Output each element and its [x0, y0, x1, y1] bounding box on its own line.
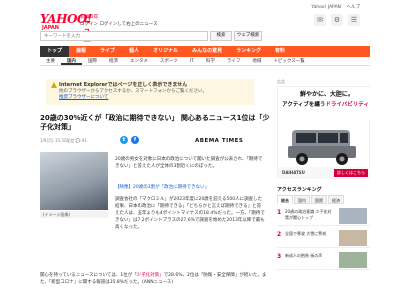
main-nav: トップ 速報 ライブ 個人 オリジナル みんなの意見 ランキング 有料 — [40, 46, 370, 57]
ranking-tab-economy[interactable]: 経済 — [328, 195, 344, 204]
rank-number: 1 — [277, 209, 282, 216]
web-search-button[interactable]: ウェブ検索 — [234, 31, 262, 41]
ad-tagline-pre: アクティブを纏う — [282, 102, 326, 108]
warning-icon — [51, 82, 57, 88]
article-paragraph-2: 調査会社の「マクロミル」が2023年度に20歳を迎える500人に調査した結果、日… — [115, 197, 265, 230]
car-image — [288, 130, 356, 165]
photo-image — [40, 152, 108, 210]
ad-label: 広告 — [277, 79, 285, 84]
comment-icon[interactable]: 💬 — [76, 138, 81, 143]
car-advertisement[interactable]: 鮮やかに、大胆に。 アクティブを纏うドライバビリティ DAIHATSU 詳しくは… — [277, 86, 371, 179]
nav-original[interactable]: オリジナル — [146, 46, 185, 57]
nav-ranking[interactable]: ランキング — [229, 46, 268, 57]
ad-tagline: アクティブを纏うドライバビリティ — [282, 100, 369, 108]
photo-caption: (イメージ画像) — [40, 211, 108, 218]
search-button[interactable]: 検索 — [210, 31, 232, 41]
ad-brand: DAIHATSU — [282, 170, 305, 175]
highlight-link[interactable]: 「少子化対策」 — [132, 273, 164, 278]
facebook-share-icon[interactable]: f — [131, 136, 139, 144]
sub-nav: 主要 国内 国際 経済 エンタメ スポーツ IT 科学 ライフ 地域 トピックス… — [40, 57, 370, 66]
article-photo[interactable] — [40, 152, 108, 210]
ranking-tab-international[interactable]: 国際 — [311, 195, 327, 204]
article-meta: 1/9(月) 15:32配信 💬 91 — [40, 138, 87, 144]
login-note: ログインして右上のニュース — [99, 22, 158, 27]
article-paragraph-1: 20歳の男女を対象に日本の政治について聞いた調査が公表され、「期待できない」と答… — [115, 157, 263, 169]
help-link[interactable]: ヘルプ — [347, 5, 361, 10]
site-header: YAHOO! ニュース JAPAN 新規取得 ログイン ログインして右上のニュー… — [0, 0, 400, 57]
rank-thumbnail — [339, 208, 367, 224]
video-link[interactable]: 【映像】20歳の3割が「政治に期待できない」 — [115, 184, 265, 190]
article-paragraph-3: 関心を持っているニュースについては、1位が「少子化対策」で28.6%、2位は「防… — [40, 272, 270, 286]
login-links: 新規取得 ログイン ログインして右上のニュース — [80, 14, 158, 28]
ad-tagline-em: ドライバビリティ — [325, 102, 369, 108]
header-icons: ✉ ⚙ ☰ — [314, 14, 360, 26]
yahoo-japan-link[interactable]: Yahoo! JAPAN — [311, 5, 341, 10]
rank-thumbnail — [339, 230, 367, 246]
notice-title: Internet Explorerではページを正しく表示できません — [59, 82, 188, 88]
search-bar: 検索 ウェブ検索 — [40, 31, 370, 41]
ranking-tab-all[interactable]: 総合 — [277, 195, 293, 204]
nav-live[interactable]: ライブ — [93, 46, 122, 57]
ranking-item[interactable]: 3 新成人の抱負 街の声 — [277, 250, 370, 270]
subnav-international[interactable]: 国際 — [82, 57, 103, 65]
ranking-tabs: 総合 国内 国際 経済 — [277, 195, 370, 204]
source-logo[interactable]: ABEMA TIMES — [195, 138, 243, 144]
subnav-science[interactable]: 科学 — [200, 57, 221, 65]
subnav-domestic[interactable]: 国内 — [61, 57, 82, 65]
recommended-browser-link[interactable]: 推奨ブラウザーについて — [59, 95, 207, 101]
rank-text: 新成人の抱負 街の声 — [285, 253, 323, 258]
ad-headline: 鮮やかに、大胆に。 — [300, 91, 354, 98]
ad-cta-button[interactable]: 詳しくはこちら — [334, 169, 368, 177]
subnav-entertainment[interactable]: エンタメ — [124, 57, 154, 65]
bell-icon[interactable]: ✉ — [314, 14, 326, 26]
subnav-topics[interactable]: トピックス一覧 — [267, 57, 310, 65]
notice-body: 他のブラウザーからアクセスするか、スマートフォンからご覧ください。 推奨ブラウザ… — [59, 89, 207, 101]
ranking-item[interactable]: 1 20歳の政治意識 少子化対策が関心トップ — [277, 206, 370, 226]
rank-text: 全国で寒波 大雪に警戒 — [285, 231, 327, 236]
ranking-title: アクセスランキング — [277, 187, 322, 193]
header-right-links: Yahoo! JAPAN ヘルプ — [307, 4, 360, 10]
subnav-it[interactable]: IT — [184, 57, 200, 65]
rank-number: 2 — [277, 231, 282, 238]
rank-text: 20歳の政治意識 少子化対策が関心トップ — [285, 209, 332, 220]
login-link[interactable]: ログイン — [80, 22, 98, 27]
twitter-share-icon[interactable]: t — [120, 136, 128, 144]
nav-breaking[interactable]: 速報 — [69, 46, 93, 57]
subnav-life[interactable]: ライフ — [221, 57, 247, 65]
subnav-sports[interactable]: スポーツ — [154, 57, 184, 65]
paragraph-3-pre: 関心を持っているニュースについては、1位が — [40, 273, 133, 278]
nav-top[interactable]: トップ — [40, 46, 70, 57]
menu-icon[interactable]: ☰ — [348, 14, 360, 26]
subnav-economy[interactable]: 経済 — [103, 57, 124, 65]
nav-paid[interactable]: 有料 — [268, 46, 292, 57]
nav-personal[interactable]: 個人 — [122, 46, 146, 57]
rank-number: 3 — [277, 253, 282, 260]
ranking-tab-domestic[interactable]: 国内 — [294, 195, 310, 204]
comment-count[interactable]: 91 — [82, 138, 87, 143]
ad-header: 鮮やかに、大胆に。 アクティブを纏うドライバビリティ — [278, 87, 371, 120]
nav-opinions[interactable]: みんなの意見 — [185, 46, 229, 57]
ranking-item[interactable]: 2 全国で寒波 大雪に警戒 — [277, 228, 370, 248]
article-title: 20歳の30%近くが「政治に期待できない」 関心あるニュース1位は「少子化対策」 — [40, 114, 270, 131]
search-input[interactable] — [40, 31, 208, 41]
publish-date: 1/9(月) 15:32配信 — [40, 138, 75, 143]
share-buttons: t f — [120, 136, 139, 144]
gear-icon[interactable]: ⚙ — [331, 14, 343, 26]
browser-notice: Internet Explorerではページを正しく表示できません 他のブラウザ… — [46, 79, 254, 105]
rank-thumbnail — [339, 252, 367, 268]
subnav-main[interactable]: 主要 — [40, 57, 61, 65]
ad-footer: DAIHATSU 詳しくはこちら — [278, 167, 371, 179]
register-link[interactable]: 新規取得 — [80, 15, 98, 20]
subnav-local[interactable]: 地域 — [246, 57, 267, 65]
